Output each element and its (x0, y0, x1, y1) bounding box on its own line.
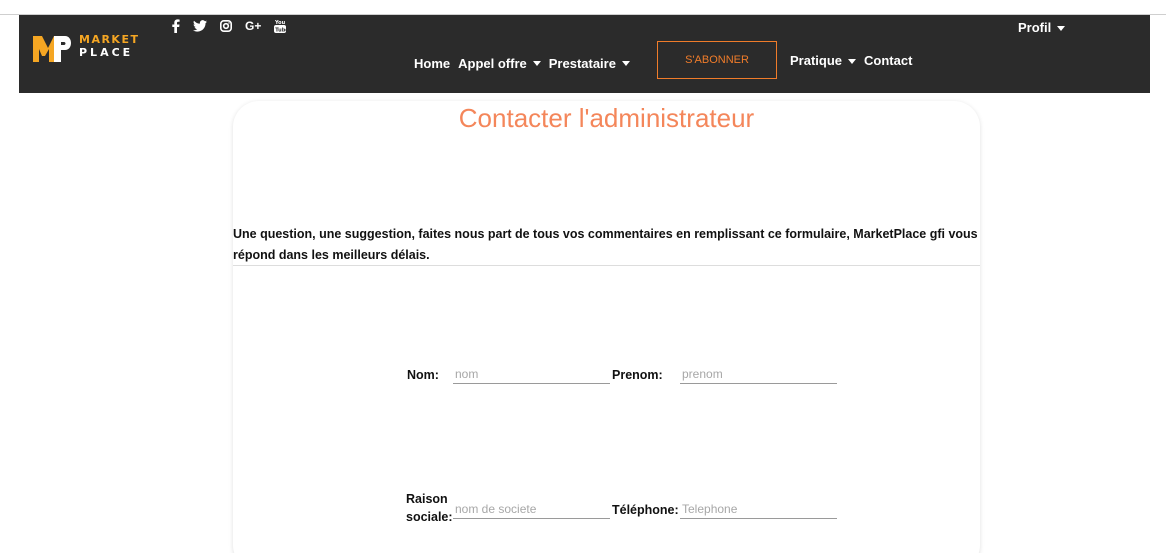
caret-down-icon (621, 61, 630, 66)
telephone-input[interactable] (680, 499, 837, 519)
nav-pratique-dropdown[interactable]: Pratique (790, 53, 857, 68)
main-nav-right: Pratique Contact (790, 53, 920, 68)
raison-sociale-label: Raison sociale: (406, 490, 456, 526)
nav-home-link[interactable]: Home (414, 56, 450, 71)
page-title: Contacter l'administrateur (458, 103, 755, 133)
divider (233, 265, 980, 266)
caret-down-icon (532, 61, 541, 66)
telephone-label: Téléphone: (612, 503, 679, 517)
main-nav: Home Appel offre Prestataire (414, 53, 638, 73)
svg-text:Tube: Tube (276, 27, 287, 33)
nom-input[interactable] (453, 364, 610, 384)
logo-line-2: PLACE (79, 46, 134, 59)
logo[interactable]: MARKET PLACE (32, 31, 142, 65)
facebook-icon[interactable] (172, 19, 180, 33)
prenom-input[interactable] (680, 364, 837, 384)
logo-text: MARKET PLACE (79, 33, 139, 60)
nav-pratique-label: Pratique (790, 53, 843, 68)
caret-down-icon (1057, 25, 1066, 31)
caret-down-icon (848, 58, 857, 64)
nav-appel-offre-dropdown[interactable]: Appel offre (458, 56, 541, 71)
intro-text: Une question, une suggestion, faites nou… (233, 227, 978, 262)
nav-contact-link[interactable]: Contact (864, 53, 912, 68)
twitter-icon[interactable] (193, 20, 207, 32)
profil-dropdown[interactable]: Profil (1018, 20, 1066, 35)
social-links: G+ YouTube (172, 16, 299, 36)
nav-contact-label: Contact (864, 53, 913, 68)
raison-sociale-label-line2: sociale: (406, 510, 453, 524)
google-plus-icon[interactable]: G+ (245, 16, 261, 36)
nav-prestataire-dropdown[interactable]: Prestataire (549, 56, 630, 71)
raison-sociale-label-line1: Raison (406, 492, 448, 506)
instagram-icon[interactable] (220, 20, 232, 32)
marketplace-logo-icon (33, 36, 71, 62)
logo-line-1: MARKET (79, 33, 140, 46)
nav-appel-offre-label: Appel offre (458, 55, 527, 71)
youtube-icon[interactable]: YouTube (274, 19, 287, 34)
nav-home-label: Home (414, 55, 451, 71)
prenom-label: Prenom: (612, 368, 663, 382)
nav-prestataire-label: Prestataire (548, 55, 616, 71)
contact-card: Contacter l'administrateur (233, 101, 980, 553)
profil-label: Profil (1018, 20, 1052, 35)
navbar: MARKET PLACE G+ YouTube Home Appel offre… (19, 15, 1150, 93)
subscribe-button[interactable]: S'ABONNER (657, 41, 777, 79)
raison-sociale-input[interactable] (453, 499, 610, 519)
nom-label: Nom: (407, 368, 439, 382)
